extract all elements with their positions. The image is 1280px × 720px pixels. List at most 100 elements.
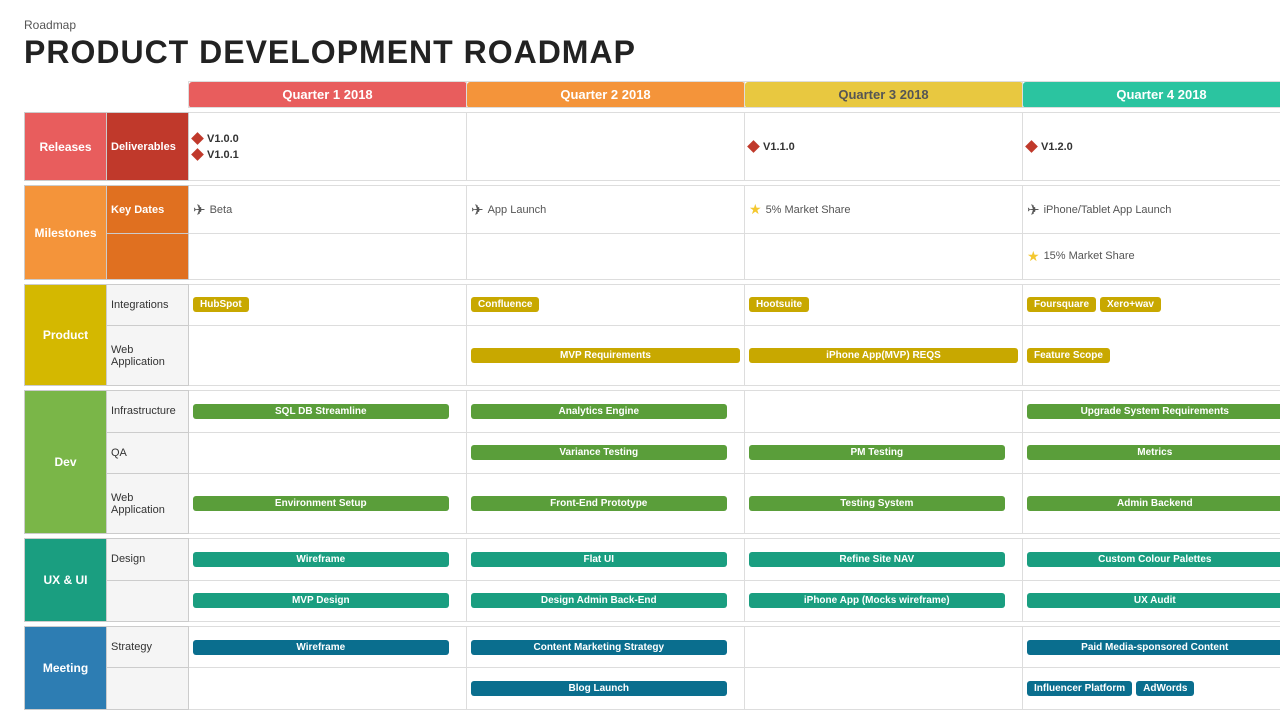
meeting-q3-row1 xyxy=(745,627,1023,668)
ux-audit-tag: UX Audit xyxy=(1027,593,1280,608)
dev-infra-q4: Upgrade System Requirements xyxy=(1023,391,1280,432)
diamond-icon xyxy=(191,132,204,145)
variance-testing-tag: Variance Testing xyxy=(471,445,727,460)
dev-qa-q3: PM Testing xyxy=(745,432,1023,473)
plane-icon: ✈ xyxy=(193,201,206,219)
analytics-engine-tag: Analytics Engine xyxy=(471,404,727,419)
meeting-strategy-row1: Meeting Strategy Wireframe Content Marke… xyxy=(25,627,1280,668)
ux-label: UX & UI xyxy=(25,539,107,622)
dev-webapp-q4: Admin Backend xyxy=(1023,474,1280,534)
diamond-icon xyxy=(191,148,204,161)
meeting-q3-row2 xyxy=(745,668,1023,710)
quarter-1-header: Quarter 1 2018 xyxy=(189,82,467,108)
milestones-row: Milestones Key Dates ✈ Beta ✈ App Launch xyxy=(25,186,1280,234)
adwords-tag: AdWords xyxy=(1136,681,1194,696)
product-webapp-q2: MVP Requirements xyxy=(467,326,745,386)
meeting-label: Meeting xyxy=(25,627,107,710)
dev-webapp-row: WebApplication Environment Setup Front-E… xyxy=(25,474,1280,534)
meeting-strategy-sub: Strategy xyxy=(107,627,189,668)
meeting-q4-row1: Paid Media-sponsored Content xyxy=(1023,627,1280,668)
milestones-q4-row1: ✈ iPhone/Tablet App Launch xyxy=(1023,186,1280,234)
milestones-sub: Key Dates xyxy=(107,186,189,234)
dev-infra-q2: Analytics Engine xyxy=(467,391,745,432)
dev-qa-row: QA Variance Testing PM Testing Metrics xyxy=(25,432,1280,473)
product-webapp-sub: WebApplication xyxy=(107,326,189,386)
roadmap-table: Quarter 1 2018 Quarter 2 2018 Quarter 3 … xyxy=(24,81,1280,710)
dev-infra-row: Dev Infrastructure SQL DB Streamline Ana… xyxy=(25,391,1280,432)
plane-icon: ✈ xyxy=(1027,201,1040,219)
metrics-tag: Metrics xyxy=(1027,445,1280,460)
releases-q2 xyxy=(467,113,745,181)
product-integrations-sub: Integrations xyxy=(107,284,189,325)
pm-testing-tag: PM Testing xyxy=(749,445,1005,460)
release-v110: V1.1.0 xyxy=(749,141,1018,153)
hubspot-tag: HubSpot xyxy=(193,297,249,312)
product-integrations-q1: HubSpot xyxy=(189,284,467,325)
star-icon: ★ xyxy=(749,201,762,218)
sql-db-tag: SQL DB Streamline xyxy=(193,404,449,419)
page: Roadmap PRODUCT DEVELOPMENT ROADMAP Quar… xyxy=(0,0,1280,720)
ux-design-sub: Design xyxy=(107,539,189,580)
wireframe-tag: Wireframe xyxy=(193,552,449,567)
releases-q3: V1.1.0 xyxy=(745,113,1023,181)
quarter-header-row: Quarter 1 2018 Quarter 2 2018 Quarter 3 … xyxy=(25,82,1280,108)
refine-site-nav-tag: Refine Site NAV xyxy=(749,552,1005,567)
releases-sub: Deliverables xyxy=(107,113,189,181)
dev-webapp-sub: WebApplication xyxy=(107,474,189,534)
influencer-platform-tag: Influencer Platform xyxy=(1027,681,1132,696)
xerowav-tag: Xero+wav xyxy=(1100,297,1161,312)
milestones-label: Milestones xyxy=(25,186,107,279)
paid-media-tag: Paid Media-sponsored Content xyxy=(1027,640,1280,655)
product-label: Product xyxy=(25,284,107,386)
product-webapp-q4: Feature Scope xyxy=(1023,326,1280,386)
ux-q4-row1: Custom Colour Palettes xyxy=(1023,539,1280,580)
hootsuite-tag: Hootsuite xyxy=(749,297,809,312)
frontend-proto-tag: Front-End Prototype xyxy=(471,496,727,511)
meeting-strategy-row2: Blog Launch Influencer Platform AdWords xyxy=(25,668,1280,710)
release-v100: V1.0.0 xyxy=(193,133,462,145)
ux-q1-row1: Wireframe xyxy=(189,539,467,580)
meeting-q4-row2: Influencer Platform AdWords xyxy=(1023,668,1280,710)
design-admin-backend-tag: Design Admin Back-End xyxy=(471,593,727,608)
wireframe-meeting-tag: Wireframe xyxy=(193,640,449,655)
releases-q4: V1.2.0 xyxy=(1023,113,1280,181)
milestones-q1: ✈ Beta xyxy=(189,186,467,234)
releases-row: Releases Deliverables V1.0.0 V1.0.1 xyxy=(25,113,1280,181)
product-integrations-q4: Foursquare Xero+wav xyxy=(1023,284,1280,325)
dev-qa-q2: Variance Testing xyxy=(467,432,745,473)
ux-q3-row2: iPhone App (Mocks wireframe) xyxy=(745,580,1023,621)
dev-infra-q3 xyxy=(745,391,1023,432)
releases-label: Releases xyxy=(25,113,107,181)
ux-q4-row2: UX Audit xyxy=(1023,580,1280,621)
meeting-q1-row1: Wireframe xyxy=(189,627,467,668)
milestones-q2-row1: ✈ App Launch xyxy=(467,186,745,234)
content-marketing-tag: Content Marketing Strategy xyxy=(471,640,727,655)
release-v101: V1.0.1 xyxy=(193,149,462,161)
milestones-q4-row2: ★ 15% Market Share xyxy=(1023,234,1280,280)
ux-design-row2: MVP Design Design Admin Back-End iPhone … xyxy=(25,580,1280,621)
milestones-q3-row1: ★ 5% Market Share xyxy=(745,186,1023,234)
ux-q3-row1: Refine Site NAV xyxy=(745,539,1023,580)
env-setup-tag: Environment Setup xyxy=(193,496,449,511)
plane-icon: ✈ xyxy=(471,201,484,219)
page-title: PRODUCT DEVELOPMENT ROADMAP xyxy=(24,34,1256,71)
releases-q1: V1.0.0 V1.0.1 xyxy=(189,113,467,181)
foursquare-tag: Foursquare xyxy=(1027,297,1096,312)
blog-launch-tag: Blog Launch xyxy=(471,681,727,696)
meeting-q2-row1: Content Marketing Strategy xyxy=(467,627,745,668)
dev-label: Dev xyxy=(25,391,107,534)
product-webapp-q3: iPhone App(MVP) REQS xyxy=(745,326,1023,386)
quarter-3-header: Quarter 3 2018 xyxy=(745,82,1023,108)
ux-q1-row2: MVP Design xyxy=(189,580,467,621)
product-integrations-row: Product Integrations HubSpot Confluence … xyxy=(25,284,1280,325)
diamond-icon xyxy=(747,140,760,153)
ux-design-row1: UX & UI Design Wireframe Flat UI Refine … xyxy=(25,539,1280,580)
product-webapp-row: WebApplication MVP Requirements iPhone A… xyxy=(25,326,1280,386)
confluence-tag: Confluence xyxy=(471,297,539,312)
upgrade-system-tag: Upgrade System Requirements xyxy=(1027,404,1280,419)
breadcrumb: Roadmap xyxy=(24,18,1256,32)
product-integrations-q2: Confluence xyxy=(467,284,745,325)
star-icon: ★ xyxy=(1027,248,1040,265)
ux-q2-row2: Design Admin Back-End xyxy=(467,580,745,621)
mvp-requirements-tag: MVP Requirements xyxy=(471,348,740,363)
